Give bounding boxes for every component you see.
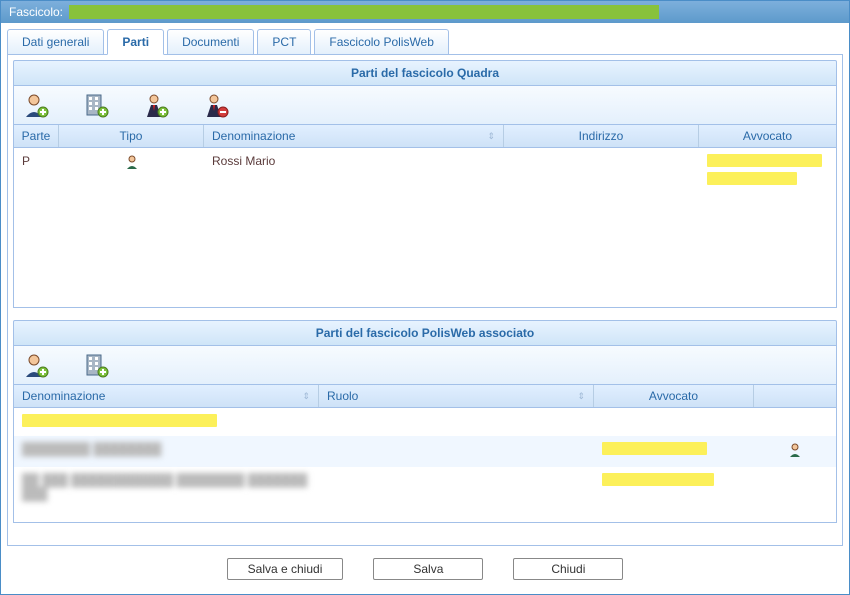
polisweb-toolbar — [13, 346, 837, 385]
redacted-value — [707, 154, 822, 167]
table-row[interactable]: P Rossi Mario — [14, 148, 836, 194]
table-row[interactable]: ████████ ████████ — [14, 436, 836, 467]
redacted-value — [707, 172, 797, 185]
sort-icon: ⇕ — [487, 131, 495, 142]
col-denominazione[interactable]: Denominazione⇕ — [204, 125, 504, 147]
col-avvocato[interactable]: Avvocato — [699, 125, 836, 147]
footer-buttons: Salva e chiudi Salva Chiudi — [7, 546, 843, 588]
polisweb-section: Parti del fascicolo PolisWeb associato D… — [13, 320, 837, 523]
quadra-table-header: Parte Tipo Denominazione⇕ Indirizzo Avvo… — [13, 125, 837, 148]
cell-actions — [754, 408, 836, 436]
cell-avvocato — [594, 436, 754, 467]
title-bar: Fascicolo: — [1, 1, 849, 23]
dialog-window: Fascicolo: Dati generali Parti Documenti… — [0, 0, 850, 595]
person-icon — [124, 154, 140, 170]
cell-tipo — [59, 148, 204, 194]
polisweb-table-header: Denominazione⇕ Ruolo⇕ Avvocato — [13, 385, 837, 408]
col-ruolo[interactable]: Ruolo⇕ — [319, 385, 594, 407]
dialog-content: Dati generali Parti Documenti PCT Fascic… — [1, 23, 849, 594]
cell-denominazione — [14, 408, 319, 436]
col-avvocato[interactable]: Avvocato — [594, 385, 754, 407]
person-icon[interactable] — [787, 442, 803, 458]
cell-indirizzo — [504, 148, 699, 194]
save-button[interactable]: Salva — [373, 558, 483, 580]
cell-ruolo — [319, 436, 594, 467]
add-person-icon[interactable] — [20, 89, 52, 121]
cell-parte: P — [14, 148, 59, 194]
polisweb-title: Parti del fascicolo PolisWeb associato — [13, 320, 837, 346]
redacted-value — [602, 473, 714, 486]
quadra-title: Parti del fascicolo Quadra — [13, 60, 837, 86]
col-parte[interactable]: Parte — [14, 125, 59, 147]
cell-denominazione: ████████ ████████ — [14, 436, 319, 467]
cell-avvocato — [594, 408, 754, 436]
save-close-button[interactable]: Salva e chiudi — [227, 558, 344, 580]
cell-actions — [754, 467, 836, 507]
redacted-value — [602, 442, 707, 455]
cell-ruolo — [319, 467, 594, 507]
col-actions — [754, 385, 836, 407]
table-row[interactable]: ██ ███ ████████████ ████████ ██████████ — [14, 467, 836, 507]
cell-avvocato — [699, 148, 836, 194]
cell-actions — [754, 436, 836, 467]
tab-fascicolo-polisweb[interactable]: Fascicolo PolisWeb — [314, 29, 448, 54]
tab-parti[interactable]: Parti — [107, 29, 164, 55]
sort-icon: ⇕ — [302, 391, 310, 402]
title-label: Fascicolo: — [9, 5, 63, 19]
cell-denominazione: Rossi Mario — [204, 148, 504, 194]
title-redacted — [69, 5, 659, 19]
add-person-icon[interactable] — [20, 349, 52, 381]
cell-ruolo — [319, 408, 594, 436]
table-row[interactable] — [14, 408, 836, 436]
col-indirizzo[interactable]: Indirizzo — [504, 125, 699, 147]
close-button[interactable]: Chiudi — [513, 558, 623, 580]
add-building-icon[interactable] — [80, 349, 112, 381]
tab-strip: Dati generali Parti Documenti PCT Fascic… — [7, 29, 843, 55]
add-building-icon[interactable] — [80, 89, 112, 121]
remove-businessman-icon[interactable] — [200, 89, 232, 121]
col-denominazione[interactable]: Denominazione⇕ — [14, 385, 319, 407]
cell-avvocato — [594, 467, 754, 507]
add-businessman-icon[interactable] — [140, 89, 172, 121]
cell-denominazione: ██ ███ ████████████ ████████ ██████████ — [14, 467, 319, 507]
tab-body: Parti del fascicolo Quadra — [7, 55, 843, 546]
redacted-value — [22, 414, 217, 427]
col-tipo[interactable]: Tipo — [59, 125, 204, 147]
tab-documenti[interactable]: Documenti — [167, 29, 254, 54]
sort-icon: ⇕ — [577, 391, 585, 402]
quadra-table-body: P Rossi Mario — [13, 148, 837, 308]
polisweb-table-body: ████████ ████████ ██ ███ ████████████ ██… — [13, 408, 837, 523]
quadra-toolbar — [13, 86, 837, 125]
quadra-section: Parti del fascicolo Quadra — [13, 60, 837, 308]
tab-pct[interactable]: PCT — [257, 29, 311, 54]
tab-dati-generali[interactable]: Dati generali — [7, 29, 104, 54]
